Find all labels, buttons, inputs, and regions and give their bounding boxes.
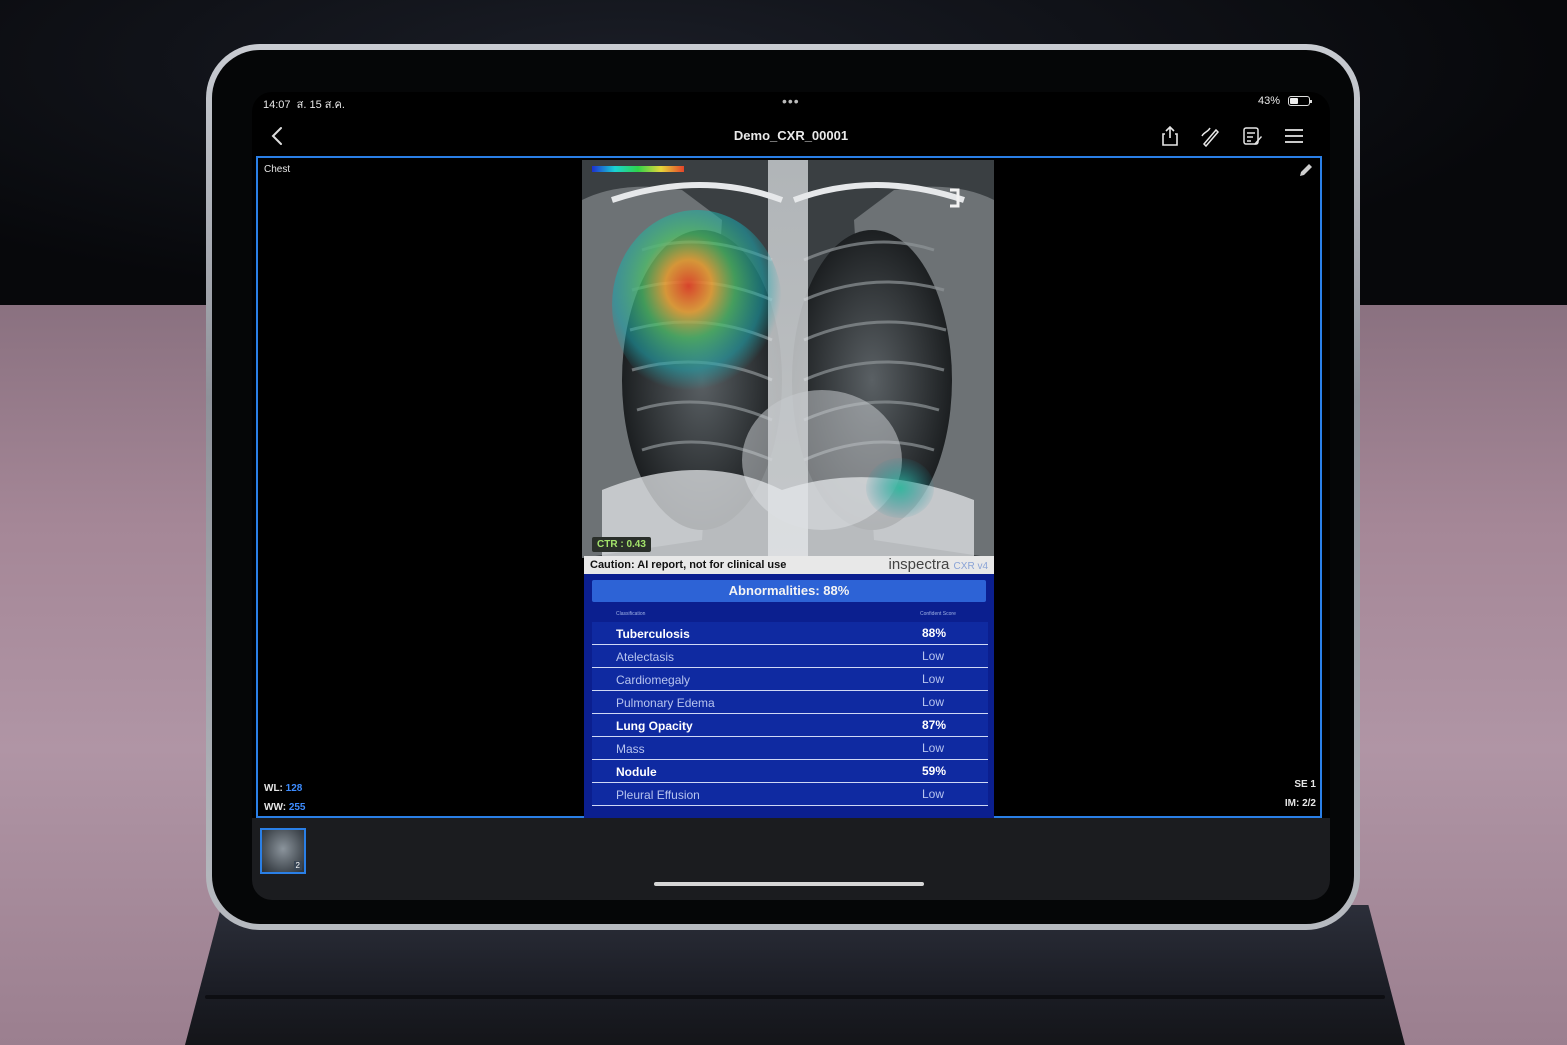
heatmap-colorbar: [592, 166, 684, 172]
image-index: IM: 2/2: [1284, 798, 1316, 809]
home-indicator[interactable]: [654, 882, 924, 886]
series-label: SE 1: [1294, 779, 1316, 790]
table-row: Nodule 59%: [592, 760, 988, 783]
table-row: Tuberculosis 88%: [592, 622, 988, 645]
multitask-dots[interactable]: •••: [782, 93, 800, 109]
thumbnail-strip: 2: [252, 818, 1330, 900]
abnormalities-score: Abnormalities: 88%: [592, 580, 986, 602]
ai-report-panel: Caution: AI report, not for clinical use…: [584, 556, 994, 818]
confidence-header: Confident Score: [920, 611, 956, 617]
tablet-bezel: 14:07 ส. 15 ส.ค. ••• 43% Demo_CXR_00001: [212, 50, 1354, 924]
window-level: WL: 128: [264, 783, 303, 794]
stand-seam: [205, 995, 1385, 999]
chest-xray-image: CTR : 0.43: [582, 160, 994, 558]
menu-button[interactable]: [1282, 124, 1306, 148]
caution-banner: Caution: AI report, not for clinical use…: [584, 556, 994, 574]
table-row: Cardiomegaly Low: [592, 668, 988, 691]
brand-logo: inspectra CXR v4: [888, 556, 989, 573]
table-row: Pleural Effusion Low: [592, 783, 988, 806]
table-row: Mass Low: [592, 737, 988, 760]
navigation-bar: Demo_CXR_00001: [252, 116, 1330, 156]
image-count-badge: 2: [293, 861, 302, 870]
caution-text: Caution: AI report, not for clinical use: [590, 559, 787, 571]
share-button[interactable]: [1158, 124, 1182, 148]
status-time: 14:07 ส. 15 ส.ค.: [263, 99, 345, 111]
tablet-frame: 14:07 ส. 15 ส.ค. ••• 43% Demo_CXR_00001: [206, 44, 1360, 930]
tablet-screen: 14:07 ส. 15 ส.ค. ••• 43% Demo_CXR_00001: [252, 92, 1330, 900]
annotate-button[interactable]: [1198, 124, 1222, 148]
status-bar: 14:07 ส. 15 ส.ค. ••• 43%: [252, 92, 1330, 116]
battery-icon: [1288, 96, 1312, 106]
classification-header: Classification: [616, 611, 646, 617]
annotate-icon: [1201, 127, 1220, 148]
pencil-icon: [1300, 164, 1312, 176]
window-width: WW: 255: [264, 802, 306, 813]
share-icon: [1162, 125, 1178, 146]
table-row: Lung Opacity 87%: [592, 714, 988, 737]
report-icon: [1243, 127, 1262, 145]
body-part-label: Chest: [264, 164, 291, 175]
menu-icon: [1285, 129, 1303, 143]
image-viewport[interactable]: Chest CTR: 0.43 Caution: AI report, not…: [256, 156, 1322, 818]
ctr-measurement: CTR : 0.43: [592, 537, 651, 552]
table-row: Pulmonary Edema Low: [592, 691, 988, 714]
battery-percent: 43%: [1257, 95, 1280, 107]
table-row: Atelectasis Low: [592, 645, 988, 668]
thumbnail-image[interactable]: 2: [260, 828, 306, 874]
findings-table: Tuberculosis 88% Atelectasis Low Cardiomeg…: [592, 622, 988, 806]
xray-drawing: [582, 160, 994, 558]
edit-button[interactable]: [1298, 162, 1314, 178]
report-button[interactable]: [1240, 124, 1264, 148]
